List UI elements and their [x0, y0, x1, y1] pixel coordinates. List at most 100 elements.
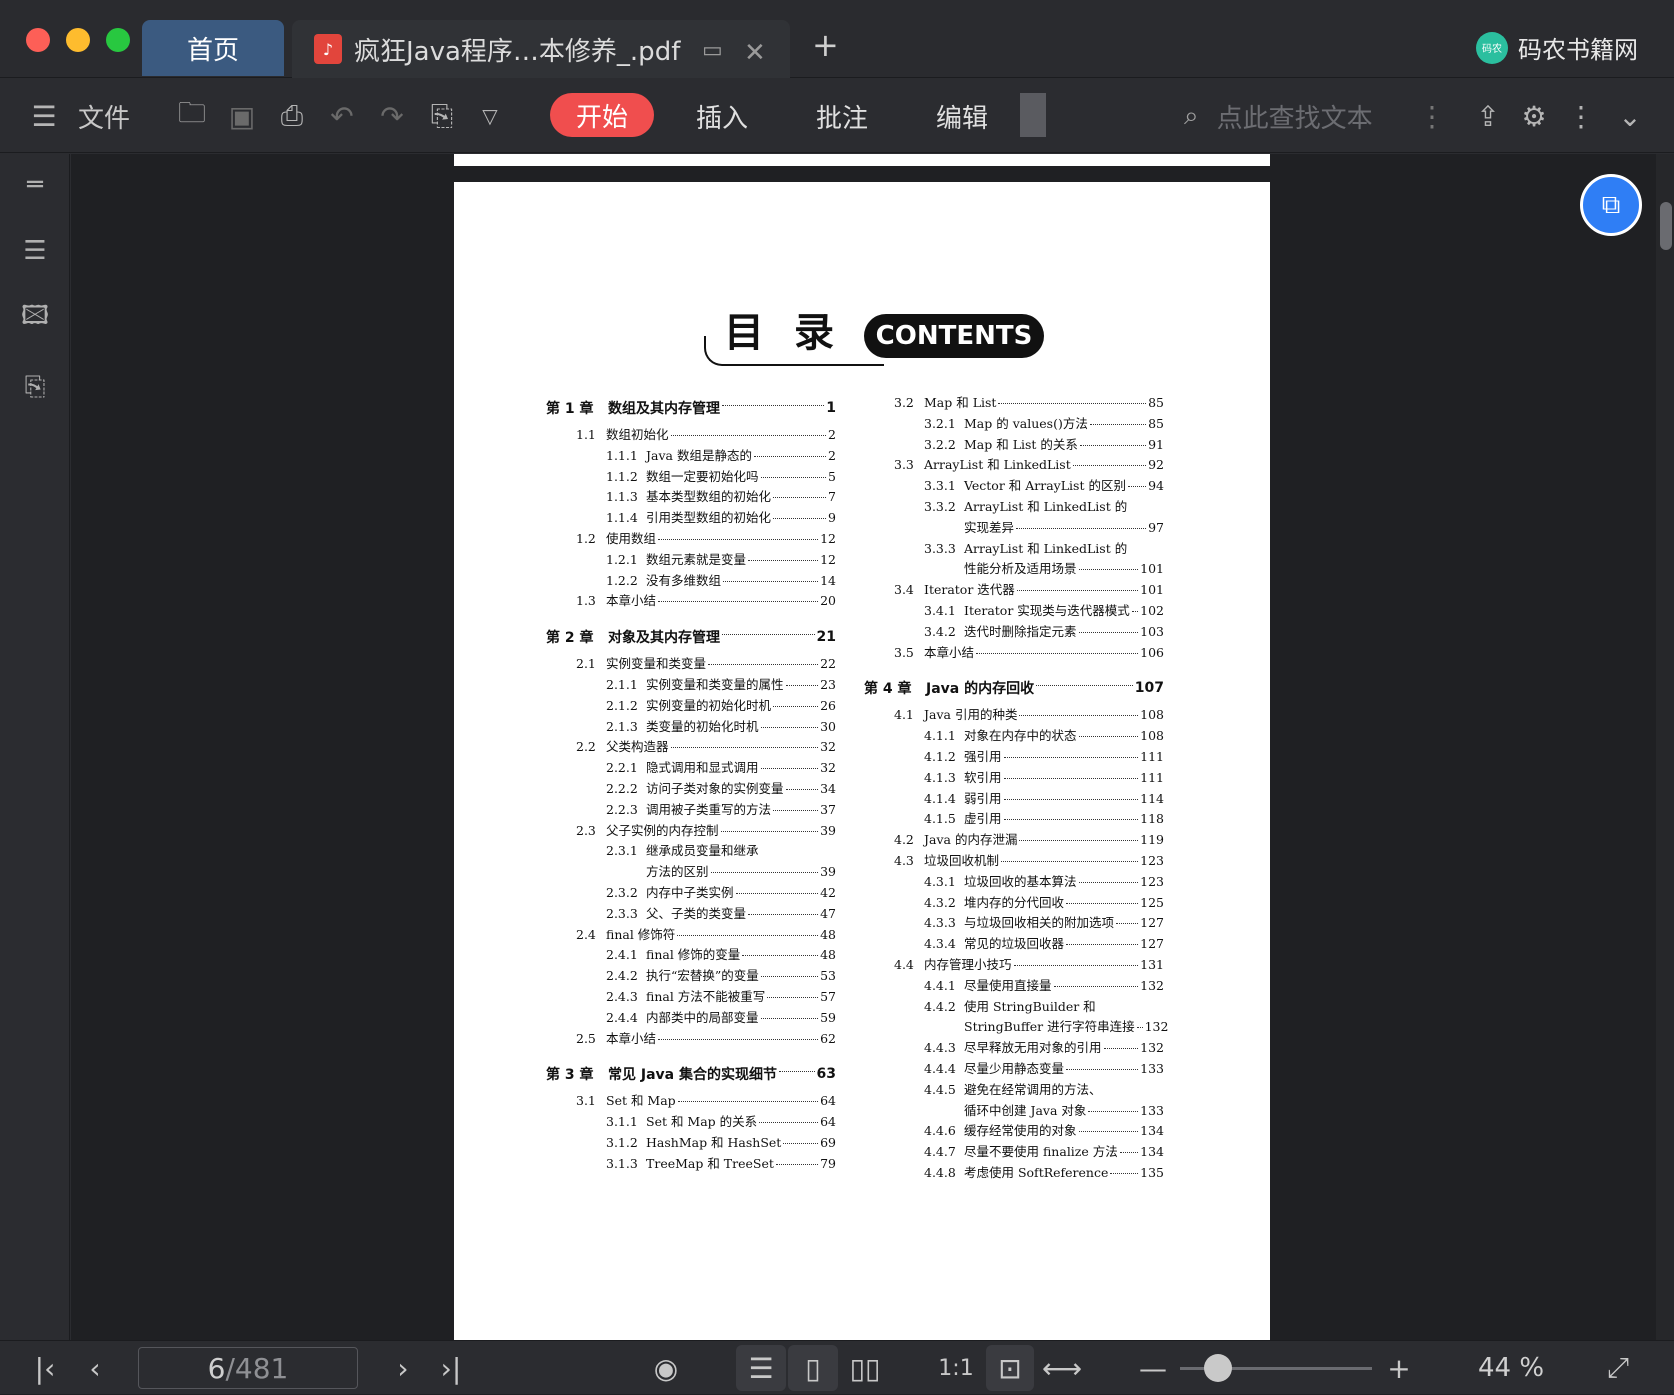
document-viewport[interactable]: 目录 CONTENTS 第 1 章数组及其内存管理 1 1.1 数组初始化 2 1.1.1…: [71, 154, 1656, 1340]
vertical-scrollbar[interactable]: [1656, 154, 1674, 1340]
close-window-button[interactable]: [26, 28, 50, 52]
toc-entry[interactable]: 1.2.2 没有多维数组 14: [546, 570, 836, 591]
redo-icon[interactable]: ↷: [372, 79, 412, 153]
toc-entry[interactable]: 3.3.1 Vector 和 ArrayList 的区别 94: [864, 475, 1164, 496]
vertical-dots-icon[interactable]: ⋮: [1418, 79, 1446, 153]
tab-annotate[interactable]: 批注: [816, 79, 868, 153]
print-icon[interactable]: ⎙: [272, 79, 312, 153]
toc-entry[interactable]: 4.2 Java 的内存泄漏 119: [864, 829, 1164, 850]
save-icon[interactable]: ▣: [222, 79, 262, 153]
toc-entry[interactable]: 2.3 父子实例的内存控制 39: [546, 820, 836, 841]
toc-entry[interactable]: 3.4.1 Iterator 实现类与迭代器模式 102: [864, 600, 1164, 621]
toc-entry[interactable]: 1.1 数组初始化 2: [546, 424, 836, 445]
fit-width-icon[interactable]: ⟷: [1040, 1341, 1084, 1395]
toc-entry[interactable]: 方法的区别 39: [546, 861, 836, 882]
minimize-window-button[interactable]: [66, 28, 90, 52]
toc-entry[interactable]: 2.4.2 执行“宏替换”的变量 53: [546, 965, 836, 986]
more-dropdown-icon[interactable]: ▽: [472, 79, 508, 153]
toc-entry[interactable]: 2.3.2 内存中子类实例 42: [546, 882, 836, 903]
toc-entry[interactable]: 2.2.2 访问子类对象的实例变量 34: [546, 778, 836, 799]
toc-entry[interactable]: 4.1.1 对象在内存中的状态 108: [864, 725, 1164, 746]
previous-page-icon[interactable]: ‹: [80, 1341, 110, 1395]
new-tab-button[interactable]: +: [812, 26, 839, 64]
tab-start[interactable]: 开始: [550, 93, 654, 137]
toc-entry[interactable]: 性能分析及适用场景 101: [864, 558, 1164, 579]
toc-entry[interactable]: 4.1 Java 引用的种类 108: [864, 704, 1164, 725]
toc-entry[interactable]: 2.5 本章小结 62: [546, 1028, 836, 1049]
settings-gear-icon[interactable]: ⚙: [1514, 79, 1554, 153]
thumbnail-image-icon[interactable]: 🖾: [18, 301, 52, 336]
toc-entry[interactable]: StringBuffer 进行字符串连接 132: [864, 1016, 1168, 1037]
first-page-icon[interactable]: |‹: [30, 1341, 60, 1395]
undo-icon[interactable]: ↶: [322, 79, 362, 153]
toc-entry[interactable]: 4.3.2 堆内存的分代回收 125: [864, 892, 1164, 913]
share-icon[interactable]: ⇪: [1468, 79, 1508, 153]
toc-entry[interactable]: 2.4.1 final 修饰的变量 48: [546, 944, 836, 965]
open-folder-icon[interactable]: 🗀: [172, 79, 212, 153]
toc-entry[interactable]: 2.3.3 父、子类的类变量 47: [546, 903, 836, 924]
toc-entry[interactable]: 4.4 内存管理小技巧 131: [864, 954, 1164, 975]
file-menu[interactable]: 文件: [76, 79, 132, 153]
toc-entry[interactable]: 3.1.1 Set 和 Map 的关系 64: [546, 1111, 836, 1132]
collapse-chevron-down-icon[interactable]: ⌄: [1610, 79, 1650, 153]
toc-entry[interactable]: 2.2 父类构造器 32: [546, 736, 836, 757]
toc-entry[interactable]: 2.1 实例变量和类变量 22: [546, 653, 836, 674]
toc-entry[interactable]: 2.1.1 实例变量和类变量的属性 23: [546, 674, 836, 695]
sidebar-handle-icon[interactable]: ═: [18, 168, 52, 202]
toc-entry[interactable]: 1.1.3 基本类型数组的初始化 7: [546, 486, 836, 507]
scrollbar-thumb[interactable]: [1660, 202, 1672, 250]
more-options-icon[interactable]: ⋮: [1567, 79, 1595, 153]
toolbar-scroll-handle[interactable]: [1020, 93, 1046, 137]
toc-entry[interactable]: 4.4.3 尽早释放无用对象的引用 132: [864, 1037, 1164, 1058]
toc-entry[interactable]: 4.1.4 弱引用 114: [864, 788, 1164, 809]
fullscreen-icon[interactable]: ⤢: [1598, 1341, 1638, 1395]
toc-entry[interactable]: 1.3 本章小结 20: [546, 590, 836, 611]
toc-entry[interactable]: 2.2.1 隐式调用和显式调用 32: [546, 757, 836, 778]
toc-entry[interactable]: 1.2 使用数组 12: [546, 528, 836, 549]
toc-entry[interactable]: 第 4 章 Java 的内存回收 107: [864, 672, 1164, 704]
toc-entry[interactable]: 4.4.7 尽量不要使用 finalize 方法 134: [864, 1141, 1164, 1162]
zoom-slider-knob[interactable]: [1204, 1354, 1233, 1382]
zoom-in-icon[interactable]: +: [1384, 1341, 1414, 1395]
toc-entry[interactable]: 2.4 final 修饰符 48: [546, 924, 836, 945]
toc-entry[interactable]: 第 3 章常见 Java 集合的实现细节 63: [546, 1058, 836, 1090]
toc-entry[interactable]: 3.2 Map 和 List 85: [864, 392, 1164, 413]
floating-convert-button[interactable]: ⧉: [1580, 174, 1642, 236]
toc-entry[interactable]: 3.5 本章小结 106: [864, 642, 1164, 663]
eye-protection-icon[interactable]: ◉: [644, 1341, 688, 1395]
toc-entry[interactable]: 4.4.1 尽量使用直接量 132: [864, 975, 1164, 996]
tab-edit[interactable]: 编辑: [936, 79, 988, 153]
toc-entry[interactable]: 2.4.3 final 方法不能被重写 57: [546, 986, 836, 1007]
toc-entry[interactable]: 3.2.2 Map 和 List 的关系 91: [864, 434, 1164, 455]
toc-entry[interactable]: 2.3.1 继承成员变量和继承: [546, 840, 836, 861]
toc-entry[interactable]: 4.3.1 垃圾回收的基本算法 123: [864, 871, 1164, 892]
toc-entry[interactable]: 3.3 ArrayList 和 LinkedList 92: [864, 454, 1164, 475]
toc-entry[interactable]: 1.1.1 Java 数组是静态的 2: [546, 445, 836, 466]
toc-entry[interactable]: 实现差异 97: [864, 517, 1164, 538]
zoom-out-icon[interactable]: —: [1138, 1341, 1168, 1395]
toc-entry[interactable]: 3.4 Iterator 迭代器 101: [864, 579, 1164, 600]
toc-entry[interactable]: 4.1.2 强引用 111: [864, 746, 1164, 767]
toc-entry[interactable]: 3.4.2 迭代时删除指定元素 103: [864, 621, 1164, 642]
toc-entry[interactable]: 第 2 章对象及其内存管理 21: [546, 621, 836, 653]
toc-entry[interactable]: 3.1 Set 和 Map 64: [546, 1090, 836, 1111]
toc-entry[interactable]: 4.3.4 常见的垃圾回收器 127: [864, 933, 1164, 954]
page-number-input[interactable]: 6 /481: [138, 1347, 358, 1389]
toc-entry[interactable]: 2.4.4 内部类中的局部变量 59: [546, 1007, 836, 1028]
toc-entry[interactable]: 4.4.6 缓存经常使用的对象 134: [864, 1120, 1164, 1141]
toc-entry[interactable]: 3.3.3 ArrayList 和 LinkedList 的: [864, 538, 1164, 559]
toc-entry[interactable]: 4.1.3 软引用 111: [864, 767, 1164, 788]
toc-entry[interactable]: 2.1.2 实例变量的初始化时机 26: [546, 695, 836, 716]
toc-entry[interactable]: 1.2.1 数组元素就是变量 12: [546, 549, 836, 570]
export-word-icon[interactable]: ⎘: [422, 79, 462, 153]
next-page-icon[interactable]: ›: [388, 1341, 418, 1395]
close-tab-icon[interactable]: ✕: [744, 38, 766, 68]
last-page-icon[interactable]: ›|: [436, 1341, 466, 1395]
toc-entry[interactable]: 4.4.4 尽量少用静态变量 133: [864, 1058, 1164, 1079]
toc-entry[interactable]: 循环中创建 Java 对象 133: [864, 1100, 1164, 1121]
monitor-icon[interactable]: ▭: [702, 38, 723, 63]
toc-entry[interactable]: 3.1.3 TreeMap 和 TreeSet 79: [546, 1153, 836, 1174]
export-word-sidebar-icon[interactable]: ⎘: [18, 370, 52, 404]
toc-entry[interactable]: 4.1.5 虚引用 118: [864, 808, 1164, 829]
actual-size-icon[interactable]: 1:1: [934, 1341, 978, 1395]
